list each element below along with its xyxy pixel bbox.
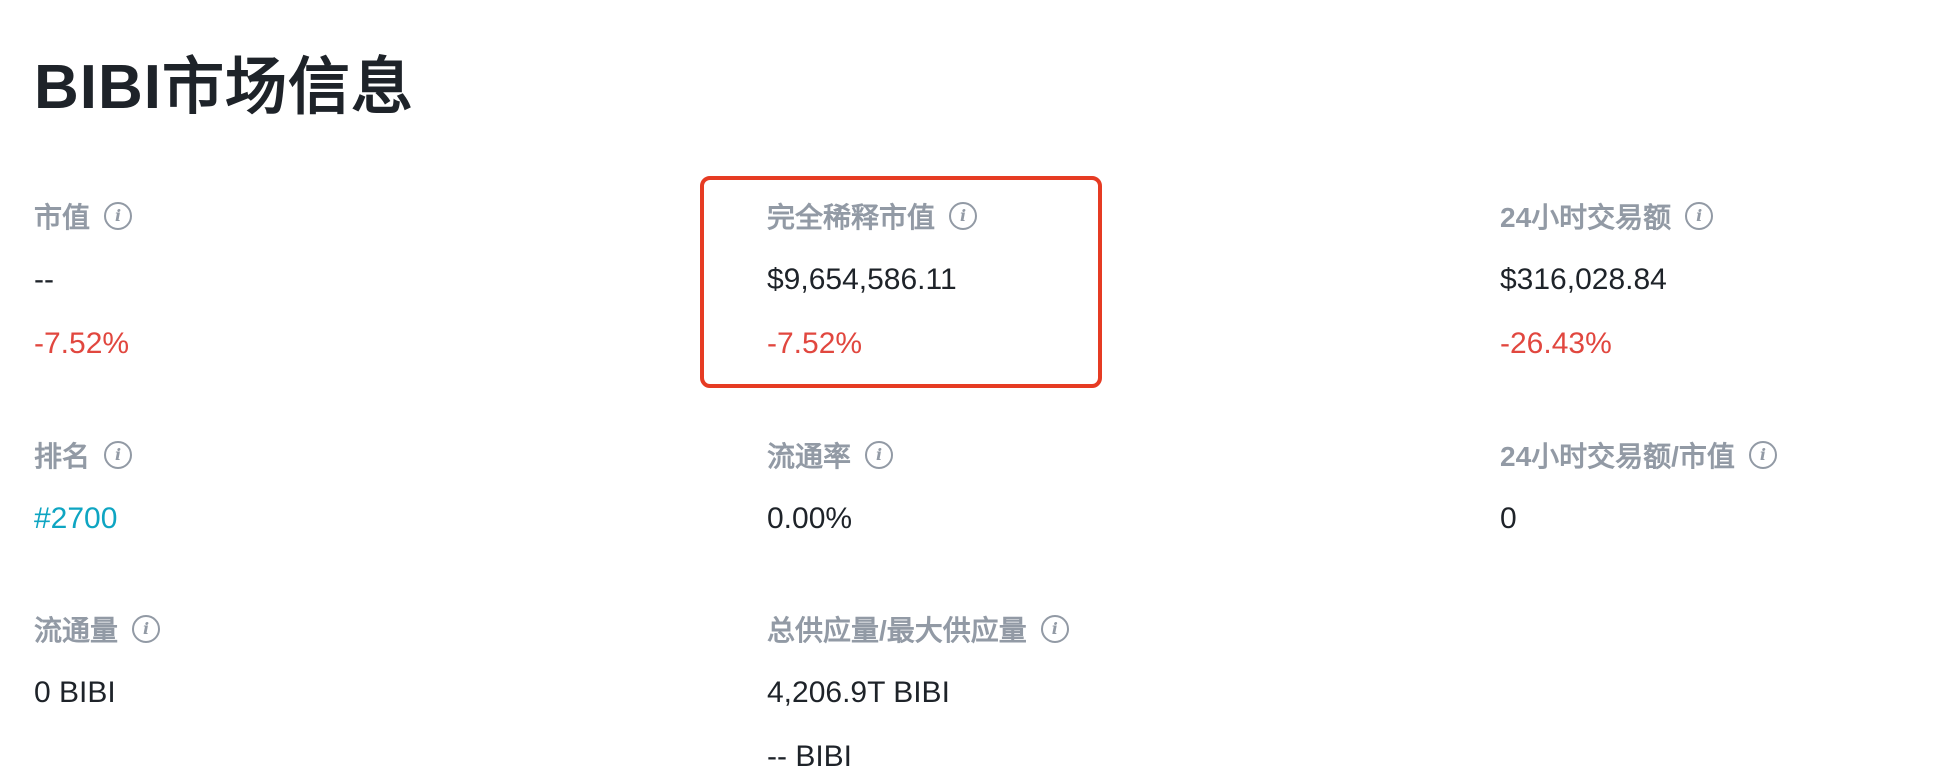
circulation-rate-card: 流通率 i 0.00% xyxy=(767,435,894,539)
volume-24h-change: -26.43% xyxy=(1500,327,1612,360)
page-title: BIBI市场信息 xyxy=(34,53,415,122)
market-cap-card: 市值 i -- -7.52% xyxy=(34,196,133,364)
circulation-rate-value: 0.00% xyxy=(767,502,853,535)
volume-to-mcap-card: 24小时交易额/市值 i 0 xyxy=(1500,435,1777,539)
market-cap-label: 市值 xyxy=(34,202,91,233)
info-icon[interactable]: i xyxy=(132,615,161,643)
rank-card: 排名 i #2700 xyxy=(34,435,133,539)
volume-24h-label: 24小时交易额 xyxy=(1500,202,1672,233)
volume-24h-value: $316,028.84 xyxy=(1500,263,1667,296)
max-supply-value: -- BIBI xyxy=(767,740,853,773)
info-icon[interactable]: i xyxy=(1685,202,1714,230)
info-icon[interactable]: i xyxy=(865,441,894,469)
info-icon[interactable]: i xyxy=(104,202,133,230)
rank-label: 排名 xyxy=(34,441,91,472)
volume-24h-card: 24小时交易额 i $316,028.84 -26.43% xyxy=(1500,196,1714,364)
market-cap-value: -- xyxy=(34,263,54,296)
info-icon[interactable]: i xyxy=(1040,615,1069,643)
circulating-supply-value: 0 BIBI xyxy=(34,676,116,709)
market-cap-change: -7.52% xyxy=(34,327,130,360)
fdv-change: -7.52% xyxy=(767,327,863,360)
info-icon[interactable]: i xyxy=(104,441,133,469)
volume-to-mcap-label: 24小时交易额/市值 xyxy=(1500,441,1735,472)
supply-card: 总供应量/最大供应量 i 4,206.9T BIBI -- BIBI xyxy=(767,609,1069,777)
info-icon[interactable]: i xyxy=(1748,441,1777,469)
fdv-label: 完全稀释市值 xyxy=(767,202,936,233)
info-icon[interactable]: i xyxy=(949,202,978,230)
supply-label: 总供应量/最大供应量 xyxy=(767,615,1027,646)
rank-link[interactable]: #2700 xyxy=(34,499,132,539)
fdv-card: 完全稀释市值 i $9,654,586.11 -7.52% xyxy=(767,196,978,364)
fdv-value: $9,654,586.11 xyxy=(767,263,957,296)
circulation-rate-label: 流通率 xyxy=(767,441,852,472)
volume-to-mcap-value: 0 xyxy=(1500,502,1517,535)
circulating-supply-card: 流通量 i 0 BIBI xyxy=(34,609,161,713)
total-supply-value: 4,206.9T BIBI xyxy=(767,676,950,709)
circulating-supply-label: 流通量 xyxy=(34,615,119,646)
